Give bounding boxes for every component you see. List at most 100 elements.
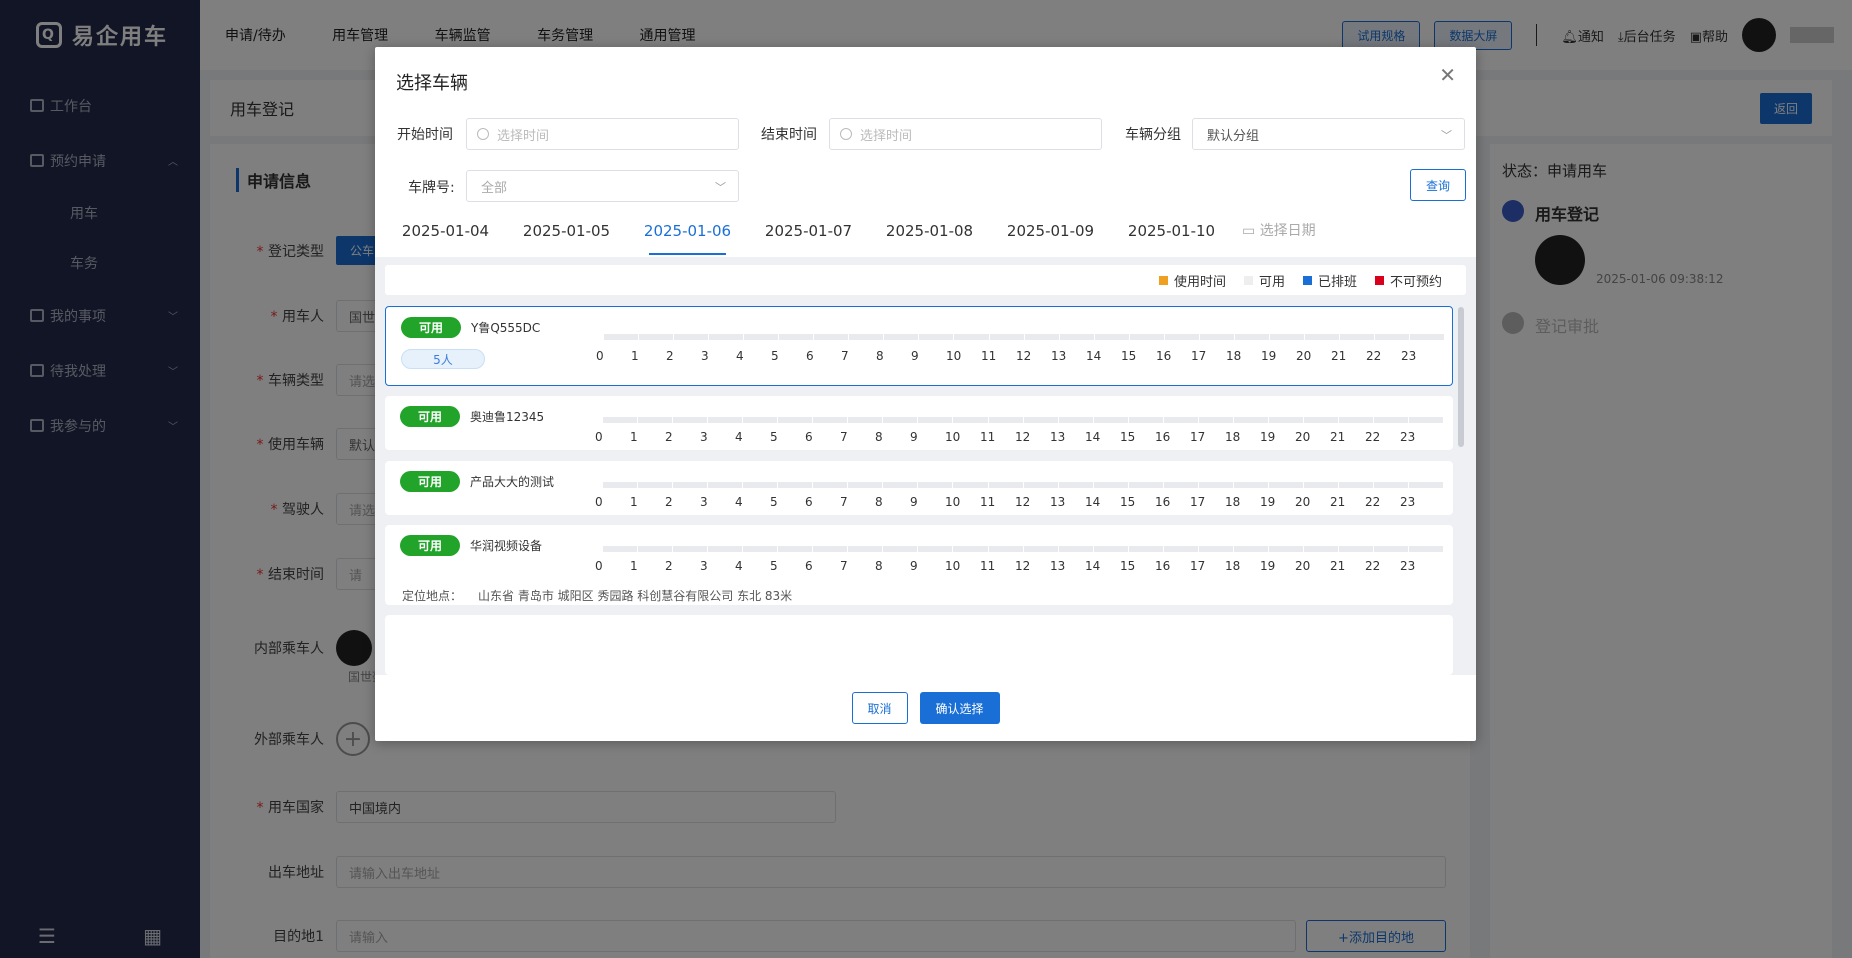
date-tab[interactable]: 2025-01-07 [748,219,869,255]
start-time-input[interactable]: 选择时间 [466,118,739,150]
hour-tick-label: 11 [980,559,996,573]
hour-tick-label: 15 [1121,349,1137,363]
group-value: 默认分组 [1207,128,1260,144]
hour-tick-label: 7 [840,430,848,444]
hour-slot [1374,546,1409,552]
hour-tick-label: 3 [701,349,709,363]
hour-slot [778,546,813,552]
hour-slot [779,334,814,340]
hour-slot [1409,417,1444,423]
hour-slot [953,546,988,552]
date-tab[interactable]: 2025-01-04 [385,219,506,255]
hour-tick-label: 19 [1260,495,1276,509]
hour-slot [813,417,848,423]
vehicle-card[interactable] [385,615,1453,675]
hour-slot [918,546,953,552]
select-vehicle-dialog: 选择车辆 ✕ 开始时间 选择时间 结束时间 选择时间 车辆分组 默认分组 ﹀ 车牌… [375,47,1476,741]
hour-tick-label: 22 [1365,495,1381,509]
hour-slot [1233,417,1268,423]
hour-slot [1094,334,1129,340]
end-time-input[interactable]: 选择时间 [829,118,1102,150]
hour-slot [1163,417,1198,423]
hour-tick-label: 10 [946,349,962,363]
hour-tick-label: 12 [1015,430,1031,444]
confirm-button[interactable]: 确认选择 [919,692,1000,724]
hour-slot [884,334,919,340]
hour-slot [1128,417,1163,423]
hour-tick-label: 21 [1330,430,1346,444]
plate-number: 奥迪鲁12345 [470,410,545,424]
hour-slot [1093,546,1128,552]
hour-slot [1303,417,1338,423]
hour-tick-label: 15 [1120,559,1136,573]
query-button[interactable]: 查询 [1410,169,1466,201]
hour-tick-label: 10 [945,559,961,573]
hour-slot [1303,482,1338,488]
hour-tick-label: 20 [1295,430,1311,444]
hour-tick-label: 4 [736,349,744,363]
hour-slot [1339,334,1375,340]
hour-tick-label: 1 [630,559,638,573]
end-time-label: 结束时间 [761,127,817,143]
hour-tick-label: 10 [945,495,961,509]
hour-slot [1058,417,1093,423]
legend-scheduled: 已排班 [1302,271,1357,290]
date-picker[interactable]: ▭ 选择日期 [1242,219,1316,255]
hour-tick-label: 19 [1260,430,1276,444]
plate-number: 产品大大的测试 [470,475,555,489]
date-tab[interactable]: 2025-01-08 [869,219,990,255]
hour-slot [1023,546,1058,552]
date-tab[interactable]: 2025-01-05 [506,219,627,255]
hour-ticks: 0 1 2 3 4 5 6 7 8 9 10 11 12 13 14 15 16 17 18 19 20 21 22 23 [595,559,1475,573]
hour-slot [1164,334,1199,340]
date-picker-label: 选择日期 [1259,223,1316,239]
hour-slot [638,546,673,552]
group-select[interactable]: 默认分组 ﹀ [1192,118,1465,150]
hour-slot [639,334,674,340]
legend: 使用时间 可用 已排班 不可预约 [385,265,1466,295]
vehicle-card[interactable]: 可用 Y鲁Q555DC 5人 0 1 2 3 4 5 6 7 8 9 10 11 12 13 14 15 16 1… [385,306,1453,386]
hour-ticks: 0 1 2 3 4 5 6 7 8 9 10 11 12 13 14 15 16 17 18 19 20 21 22 23 [595,495,1475,509]
chevron-down-icon: ﹀ [715,181,726,194]
plate-select[interactable]: 全部 ﹀ [466,170,739,202]
hour-tick-label: 8 [875,559,883,573]
hour-tick-label: 12 [1016,349,1032,363]
legend-available: 可用 [1243,271,1285,290]
hour-slot [778,417,813,423]
date-tab-active[interactable]: 2025-01-06 [627,219,748,255]
start-time-label: 开始时间 [397,127,453,143]
date-tab[interactable]: 2025-01-09 [990,219,1111,255]
hour-tick-label: 14 [1085,430,1101,444]
hour-tick-label: 16 [1155,430,1171,444]
hour-slot [674,334,709,340]
vehicle-card[interactable]: 可用 华润视频设备 0 1 2 3 4 5 6 7 8 9 10 11 12 13 14 15 16 17 18 19… [385,525,1453,605]
hour-slot [1023,482,1058,488]
hour-slot [1304,334,1339,340]
hour-tick-label: 16 [1155,495,1171,509]
location-label: 定位地点： [402,589,463,603]
vehicle-card[interactable]: 可用 奥迪鲁12345 0 1 2 3 4 5 6 7 8 9 10 11 12 13 14 15 16 17 18… [385,396,1453,450]
hour-slot [1024,334,1059,340]
hour-tick-label: 18 [1225,559,1241,573]
legend-unavailable: 不可预约 [1374,271,1442,290]
cancel-button[interactable]: 取消 [851,692,908,724]
hour-slot [813,482,848,488]
vehicle-card[interactable]: 可用 产品大大的测试 0 1 2 3 4 5 6 7 8 9 10 11 12 13 14 15 16 17 18 1… [385,461,1453,515]
calendar-icon: ▭ [1242,223,1260,239]
hour-slot [708,417,743,423]
hour-slot [673,417,708,423]
hour-slot [813,546,848,552]
hour-tick-label: 5 [770,430,778,444]
hour-slot [778,482,813,488]
swatch-icon [1243,275,1253,285]
hour-slot [708,482,743,488]
hour-slot [1374,482,1409,488]
date-tab[interactable]: 2025-01-10 [1111,219,1232,255]
swatch-icon [1302,275,1312,285]
hour-tick-label: 22 [1365,430,1381,444]
close-icon[interactable]: ✕ [1439,63,1456,87]
scrollbar[interactable] [1458,307,1464,447]
end-time-placeholder: 选择时间 [860,128,913,144]
hour-slot [1375,334,1410,340]
hour-tick-label: 4 [735,559,743,573]
